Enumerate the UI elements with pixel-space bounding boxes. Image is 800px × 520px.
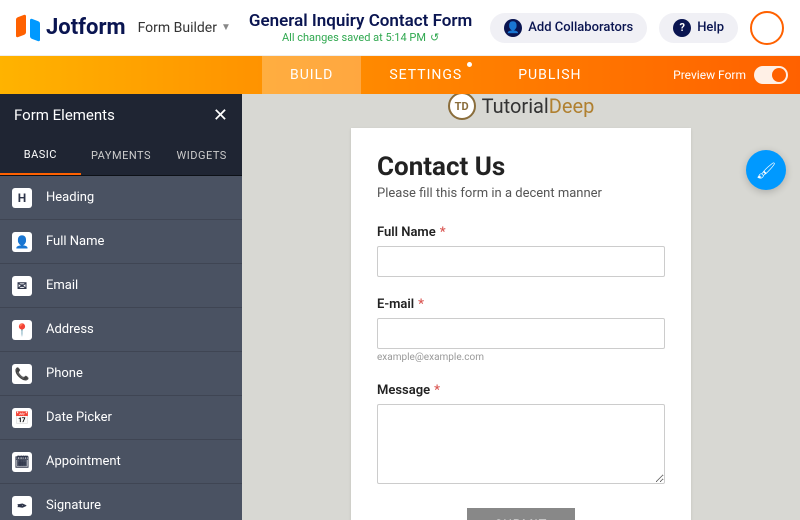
avatar[interactable] (750, 11, 784, 45)
element-label: Phone (46, 366, 83, 381)
required-mark: * (418, 297, 424, 312)
brand-logo: TD TutorialDeep (448, 94, 595, 120)
field-input[interactable] (377, 404, 665, 484)
element-icon: 🗓 (12, 452, 32, 472)
sidebar-tab-payments[interactable]: PAYMENTS (81, 136, 162, 175)
element-label: Heading (46, 190, 94, 205)
element-icon: H (12, 188, 32, 208)
paint-fab[interactable]: 🖌 (746, 150, 786, 190)
form-card[interactable]: Contact Us Please fill this form in a de… (351, 128, 691, 520)
preview-toggle[interactable]: Preview Form (673, 66, 788, 84)
field-message: Message* (377, 383, 665, 488)
brand-mark-icon: TD (448, 94, 476, 120)
element-icon: 📅 (12, 408, 32, 428)
element-label: Appointment (46, 454, 121, 469)
required-mark: * (434, 383, 440, 398)
element-item-phone[interactable]: 📞 Phone (0, 352, 242, 396)
required-mark: * (440, 225, 446, 240)
form-title[interactable]: General Inquiry Contact Form (243, 11, 478, 31)
element-item-heading[interactable]: H Heading (0, 176, 242, 220)
toggle-switch[interactable] (754, 66, 788, 84)
chevron-down-icon: ▼ (221, 22, 231, 33)
element-item-full-name[interactable]: 👤 Full Name (0, 220, 242, 264)
help-button[interactable]: ? Help (659, 13, 738, 43)
element-icon: ✒ (12, 496, 32, 516)
sidebar-tab-widgets[interactable]: WIDGETS (161, 136, 242, 175)
element-label: Full Name (46, 234, 104, 249)
logo[interactable]: Jotform (16, 15, 126, 40)
user-icon: 👤 (504, 19, 522, 37)
add-collaborators-button[interactable]: 👤 Add Collaborators (490, 13, 647, 43)
field-input[interactable] (377, 318, 665, 349)
element-icon: 👤 (12, 232, 32, 252)
element-item-signature[interactable]: ✒ Signature (0, 484, 242, 520)
paint-roller-icon: 🖌 (756, 161, 776, 180)
element-icon: ✉ (12, 276, 32, 296)
element-label: Date Picker (46, 410, 112, 425)
sidebar-tab-basic[interactable]: BASIC (0, 136, 81, 175)
element-item-date-picker[interactable]: 📅 Date Picker (0, 396, 242, 440)
help-icon: ? (673, 19, 691, 37)
element-label: Email (46, 278, 78, 293)
form-heading: Contact Us (377, 152, 665, 182)
form-builder-dropdown[interactable]: Form Builder ▼ (138, 20, 231, 36)
element-item-appointment[interactable]: 🗓 Appointment (0, 440, 242, 484)
close-icon[interactable]: ✕ (213, 105, 228, 126)
submit-button[interactable]: SUBMIT (467, 508, 576, 520)
element-label: Address (46, 322, 94, 337)
field-label: Full Name* (377, 225, 665, 240)
field-input[interactable] (377, 246, 665, 277)
element-label: Signature (46, 498, 101, 513)
save-status: All changes saved at 5:14 PM ↺ (243, 31, 478, 44)
field-full-name: Full Name* (377, 225, 665, 277)
field-label: Message* (377, 383, 665, 398)
element-item-email[interactable]: ✉ Email (0, 264, 242, 308)
undo-icon[interactable]: ↺ (430, 31, 439, 44)
sidebar-title: Form Elements (14, 106, 115, 124)
element-item-address[interactable]: 📍 Address (0, 308, 242, 352)
field-e-mail: E-mail* example@example.com (377, 297, 665, 363)
logo-text: Jotform (46, 15, 126, 40)
tab-publish[interactable]: PUBLISH (490, 56, 609, 94)
notification-dot-icon (467, 62, 472, 67)
tab-build[interactable]: BUILD (262, 56, 361, 94)
element-icon: 📞 (12, 364, 32, 384)
tab-settings[interactable]: SETTINGS (361, 56, 490, 94)
form-subheading: Please fill this form in a decent manner (377, 186, 665, 201)
logo-icon (16, 16, 40, 40)
title-block: General Inquiry Contact Form All changes… (243, 11, 478, 44)
element-icon: 📍 (12, 320, 32, 340)
field-label: E-mail* (377, 297, 665, 312)
field-hint: example@example.com (377, 352, 665, 363)
